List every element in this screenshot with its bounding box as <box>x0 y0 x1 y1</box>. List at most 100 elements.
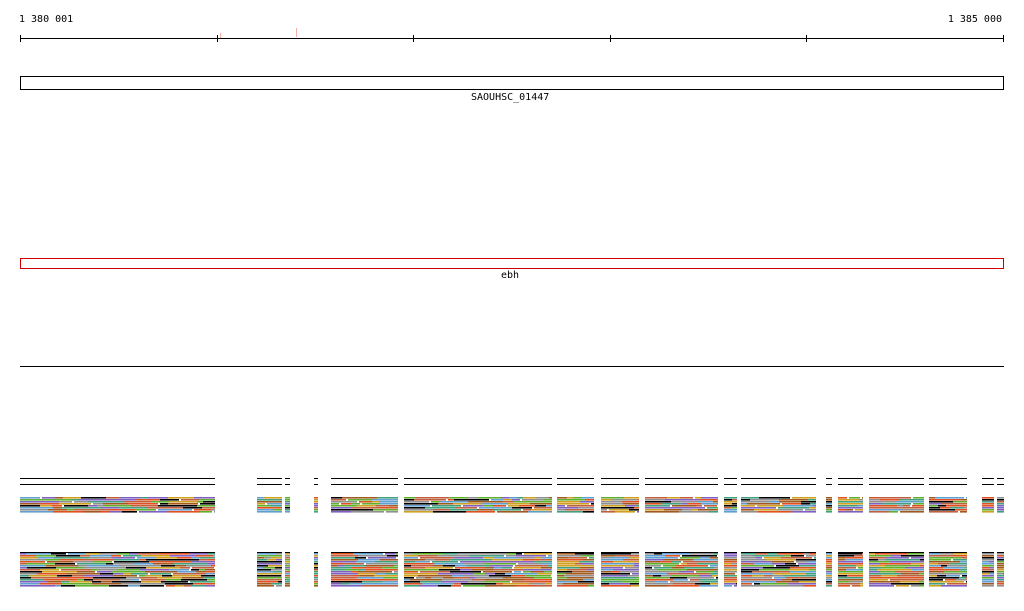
alignment-read <box>993 559 994 561</box>
alignment-read <box>929 497 935 499</box>
alignment-read <box>437 555 469 557</box>
alignment-read <box>790 567 816 569</box>
alignment-read <box>494 567 502 569</box>
alignment-read <box>869 569 877 571</box>
alignment-read <box>758 511 791 513</box>
alignment-read <box>42 497 55 499</box>
alignment-read <box>826 557 832 559</box>
alignment-read <box>838 557 845 559</box>
alignment-read <box>362 503 380 505</box>
alignment-read <box>861 569 863 571</box>
alignment-read-line <box>741 478 816 479</box>
alignment-read <box>360 575 374 577</box>
alignment-read <box>161 565 175 567</box>
alignment-read <box>724 509 737 511</box>
alignment-read <box>838 511 863 513</box>
alignment-read <box>285 569 290 571</box>
alignment-read <box>150 583 165 585</box>
alignment-read <box>66 573 100 575</box>
alignment-read <box>982 511 994 513</box>
alignment-read <box>351 511 357 513</box>
alignment-read <box>433 509 449 511</box>
alignment-read <box>808 499 816 501</box>
alignment-read <box>83 511 101 513</box>
alignment-read <box>85 553 99 555</box>
alignment-read <box>645 579 673 581</box>
alignment-read <box>961 573 967 575</box>
alignment-read <box>875 553 907 555</box>
alignment-read <box>192 567 214 569</box>
alignment-read <box>214 511 215 513</box>
alignment-read <box>557 571 572 573</box>
alignment-read <box>404 577 414 579</box>
alignment-read <box>61 581 69 583</box>
alignment-read <box>900 581 919 583</box>
alignment-read <box>953 501 967 503</box>
alignment-read <box>271 505 281 507</box>
alignment-read <box>869 505 897 507</box>
alignment-read <box>929 557 962 559</box>
alignment-read <box>858 505 863 507</box>
alignment-read <box>982 569 994 571</box>
alignment-read <box>645 563 679 565</box>
alignment-read <box>438 585 451 587</box>
alignment-read <box>211 565 215 567</box>
alignment-read <box>162 575 172 577</box>
alignment-read <box>982 505 994 507</box>
alignment-read <box>786 577 806 579</box>
alignment-read <box>982 579 994 581</box>
alignment-read <box>314 561 318 563</box>
alignment-read <box>373 509 398 511</box>
alignment-read <box>257 555 282 557</box>
alignment-read-line <box>20 478 215 479</box>
alignment-read <box>997 499 1004 501</box>
alignment-read <box>630 557 639 559</box>
alignment-read-line <box>826 478 832 479</box>
alignment-read <box>869 575 881 577</box>
alignment-read <box>508 553 516 555</box>
alignment-read <box>810 503 816 505</box>
alignment-read <box>101 507 119 509</box>
alignment-read <box>826 567 832 569</box>
alignment-read <box>789 569 809 571</box>
alignment-read <box>128 503 158 505</box>
alignment-read <box>425 567 453 569</box>
alignment-read-line <box>645 484 718 485</box>
alignment-read <box>431 577 443 579</box>
alignment-read <box>645 503 661 505</box>
alignment-read <box>141 497 148 499</box>
alignment-read <box>907 553 924 555</box>
alignment-read <box>535 557 542 559</box>
alignment-read <box>849 497 860 499</box>
alignment-read <box>77 579 84 581</box>
alignment-read <box>20 555 36 557</box>
alignment-read <box>672 567 684 569</box>
alignment-read <box>314 569 318 571</box>
alignment-read <box>135 509 156 511</box>
alignment-read <box>826 579 832 581</box>
alignment-read <box>257 557 264 559</box>
alignment-read <box>20 563 26 565</box>
alignment-read <box>101 581 112 583</box>
alignment-read <box>679 571 694 573</box>
alignment-read <box>404 585 419 587</box>
alignment-read <box>982 509 994 511</box>
alignment-read <box>455 567 485 569</box>
alignment-read <box>20 497 40 499</box>
alignment-read <box>692 509 698 511</box>
alignment-read <box>580 567 594 569</box>
alignment-read <box>688 503 701 505</box>
alignment-read <box>404 575 418 577</box>
alignment-read-line <box>838 552 863 553</box>
alignment-read <box>741 583 752 585</box>
alignment-read <box>103 505 131 507</box>
alignment-read <box>982 573 989 575</box>
alignment-read-line <box>331 552 398 553</box>
alignment-read <box>123 501 151 503</box>
alignment-read <box>404 573 438 575</box>
alignment-read <box>380 503 398 505</box>
alignment-read <box>572 585 588 587</box>
alignment-read <box>451 585 461 587</box>
alignment-read <box>121 583 150 585</box>
alignment-read <box>166 585 175 587</box>
